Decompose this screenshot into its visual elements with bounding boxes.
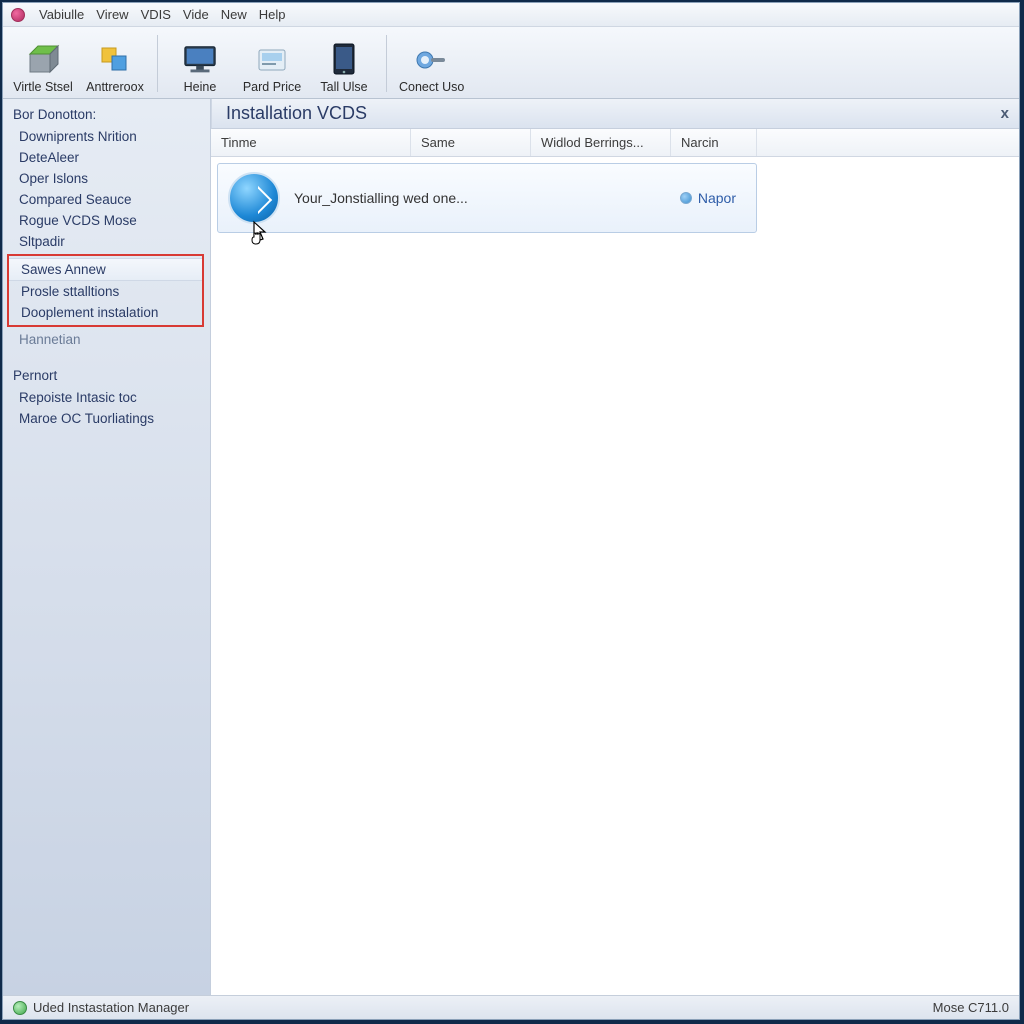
sidebar-highlight-box: Sawes Annew Prosle sttalltions Dooplemen… [7, 254, 204, 327]
monitor-icon [181, 42, 219, 78]
card-icon [253, 42, 291, 78]
sidebar-item[interactable]: Compared Seauce [3, 189, 210, 210]
toolbar-button-tall-ulse[interactable]: Tall Ulse [308, 40, 380, 98]
sidebar-item[interactable]: Repoiste Intasic toc [3, 387, 210, 408]
squares-icon [96, 42, 134, 78]
sidebar-item[interactable]: Rogue VCDS Mose [3, 210, 210, 231]
toolbar-button-heine[interactable]: Heine [164, 40, 236, 98]
sidebar-item[interactable]: Maroe OC Tuorliatings [3, 408, 210, 429]
toolbar-label: Virtle Stsel [13, 80, 73, 94]
close-icon[interactable]: x [1001, 105, 1009, 122]
column-header-cell[interactable]: Widlod Berrings... [531, 129, 671, 156]
sidebar-item[interactable]: DeteAleer [3, 147, 210, 168]
menu-item[interactable]: Vide [183, 7, 209, 22]
content-area: Your_Jonstialling wed one... Napor [211, 157, 1019, 995]
app-icon [11, 8, 25, 22]
menu-item[interactable]: Help [259, 7, 286, 22]
statusbar-right-text: Mose C711.0 [933, 1000, 1009, 1015]
sidebar-section-title: Bor Donotton: [3, 105, 210, 126]
globe-icon [13, 1001, 27, 1015]
toolbar-label: Anttreroox [86, 80, 144, 94]
toolbar-label: Tall Ulse [320, 80, 367, 94]
status-dot-icon [680, 192, 692, 204]
sidebar-item[interactable]: Downiprents Nrition [3, 126, 210, 147]
column-header-cell[interactable]: Same [411, 129, 531, 156]
column-header-cell[interactable]: Tinme [211, 129, 411, 156]
list-item[interactable]: Your_Jonstialling wed one... Napor [217, 163, 757, 233]
row-primary-text: Your_Jonstialling wed one... [294, 190, 680, 206]
sidebar-item-sawes-annew[interactable]: Sawes Annew [9, 258, 202, 281]
sidebar-section-title: Pernort [3, 366, 210, 387]
toolbar-label: Pard Price [243, 80, 301, 94]
menu-item[interactable]: VDIS [141, 7, 171, 22]
menu-item[interactable]: Virew [96, 7, 128, 22]
box-green-icon [24, 42, 62, 78]
toolbar-button-anttreroox[interactable]: Anttreroox [79, 40, 151, 98]
row-status-text: Napor [698, 190, 736, 206]
toolbar-separator [386, 35, 387, 92]
toolbar-label: Conect Uso [399, 80, 464, 94]
toolbar: Virtle Stsel Anttreroox [3, 27, 1019, 99]
column-header-cell[interactable]: Narcin [671, 129, 757, 156]
toolbar-button-virtle[interactable]: Virtle Stsel [7, 40, 79, 98]
column-header-cell [757, 129, 1019, 156]
row-status: Napor [680, 190, 736, 206]
panel-title: Installation VCDS [226, 103, 367, 124]
menu-item[interactable]: Vabiulle [39, 7, 84, 22]
tablet-icon [325, 42, 363, 78]
column-header: Tinme Same Widlod Berrings... Narcin [211, 129, 1019, 157]
menu-item[interactable]: New [221, 7, 247, 22]
sidebar-item-prosle[interactable]: Prosle sttalltions [9, 281, 202, 302]
statusbar-left-text: Uded Instastation Manager [33, 1000, 189, 1015]
cursor-icon [248, 220, 270, 252]
toolbar-separator [157, 35, 158, 92]
sidebar-item[interactable]: Sltpadir [3, 231, 210, 252]
sidebar: Bor Donotton: Downiprents Nrition DeteAl… [3, 99, 211, 995]
menubar: Vabiulle Virew VDIS Vide New Help [3, 3, 1019, 27]
sidebar-item[interactable]: Oper Islons [3, 168, 210, 189]
main-panel: Installation VCDS x Tinme Same Widlod Be… [211, 99, 1019, 995]
connect-icon [413, 42, 451, 78]
sidebar-item[interactable]: Hannetian [3, 329, 210, 350]
toolbar-button-pard-price[interactable]: Pard Price [236, 40, 308, 98]
sidebar-item-dooplement[interactable]: Dooplement instalation [9, 302, 202, 323]
panel-header: Installation VCDS x [211, 99, 1019, 129]
app-window: Vabiulle Virew VDIS Vide New Help Virtle… [2, 2, 1020, 1020]
body: Bor Donotton: Downiprents Nrition DeteAl… [3, 99, 1019, 995]
toolbar-button-conect-uso[interactable]: Conect Uso [393, 40, 470, 98]
install-globe-icon [228, 172, 280, 224]
statusbar: Uded Instastation Manager Mose C711.0 [3, 995, 1019, 1019]
toolbar-label: Heine [184, 80, 217, 94]
